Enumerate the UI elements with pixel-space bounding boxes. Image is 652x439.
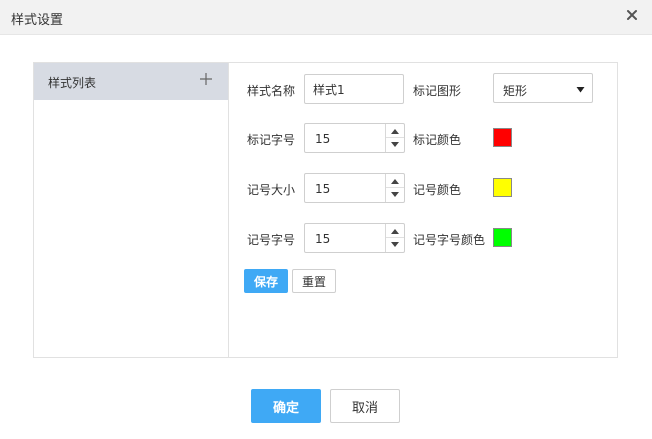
- save-button[interactable]: 保存: [244, 269, 288, 293]
- triangle-down-icon: [576, 83, 585, 93]
- style-name-input[interactable]: [304, 74, 404, 104]
- stepper-buttons: [385, 174, 404, 202]
- style-list: 样式列表: [34, 63, 229, 357]
- stepper-down-button[interactable]: [386, 188, 404, 202]
- style-settings-panel: 样式列表 样式名称 标记图形 矩形 标记字号 15 标记颜色: [33, 62, 618, 358]
- stepper-up-button[interactable]: [386, 124, 404, 138]
- symbol-size-label: 记号大小: [247, 183, 296, 197]
- marker-color-label: 标记颜色: [413, 133, 462, 147]
- symbol-font-color-swatch[interactable]: [493, 228, 512, 247]
- symbol-size-stepper[interactable]: 15: [304, 173, 405, 203]
- symbol-color-swatch[interactable]: [493, 178, 512, 197]
- cancel-button[interactable]: 取消: [330, 389, 400, 423]
- confirm-button[interactable]: 确定: [251, 389, 321, 423]
- stepper-up-button[interactable]: [386, 174, 404, 188]
- symbol-font-size-value: 15: [315, 232, 331, 246]
- marker-font-size-value: 15: [315, 132, 331, 146]
- marker-font-size-label: 标记字号: [247, 133, 296, 147]
- stepper-up-button[interactable]: [386, 224, 404, 238]
- marker-shape-label: 标记图形: [413, 84, 462, 98]
- style-list-header: 样式列表: [34, 63, 228, 100]
- reset-button[interactable]: 重置: [292, 269, 336, 293]
- stepper-buttons: [385, 124, 404, 152]
- stepper-down-button[interactable]: [386, 238, 404, 252]
- symbol-font-color-label: 记号字号颜色: [413, 233, 486, 247]
- symbol-font-size-label: 记号字号: [247, 233, 296, 247]
- close-icon[interactable]: [624, 7, 640, 23]
- symbol-font-size-stepper[interactable]: 15: [304, 223, 405, 253]
- marker-shape-select[interactable]: 矩形: [493, 73, 593, 103]
- symbol-size-value: 15: [315, 182, 331, 196]
- style-list-title: 样式列表: [48, 76, 97, 90]
- plus-icon[interactable]: [199, 72, 213, 86]
- stepper-buttons: [385, 224, 404, 252]
- marker-color-swatch[interactable]: [493, 128, 512, 147]
- marker-shape-value: 矩形: [503, 84, 528, 98]
- dialog-titlebar: 样式设置: [0, 0, 652, 35]
- marker-font-size-stepper[interactable]: 15: [304, 123, 405, 153]
- dialog-title: 样式设置: [11, 13, 64, 28]
- stepper-down-button[interactable]: [386, 138, 404, 152]
- symbol-color-label: 记号颜色: [413, 183, 462, 197]
- style-name-label: 样式名称: [247, 84, 296, 98]
